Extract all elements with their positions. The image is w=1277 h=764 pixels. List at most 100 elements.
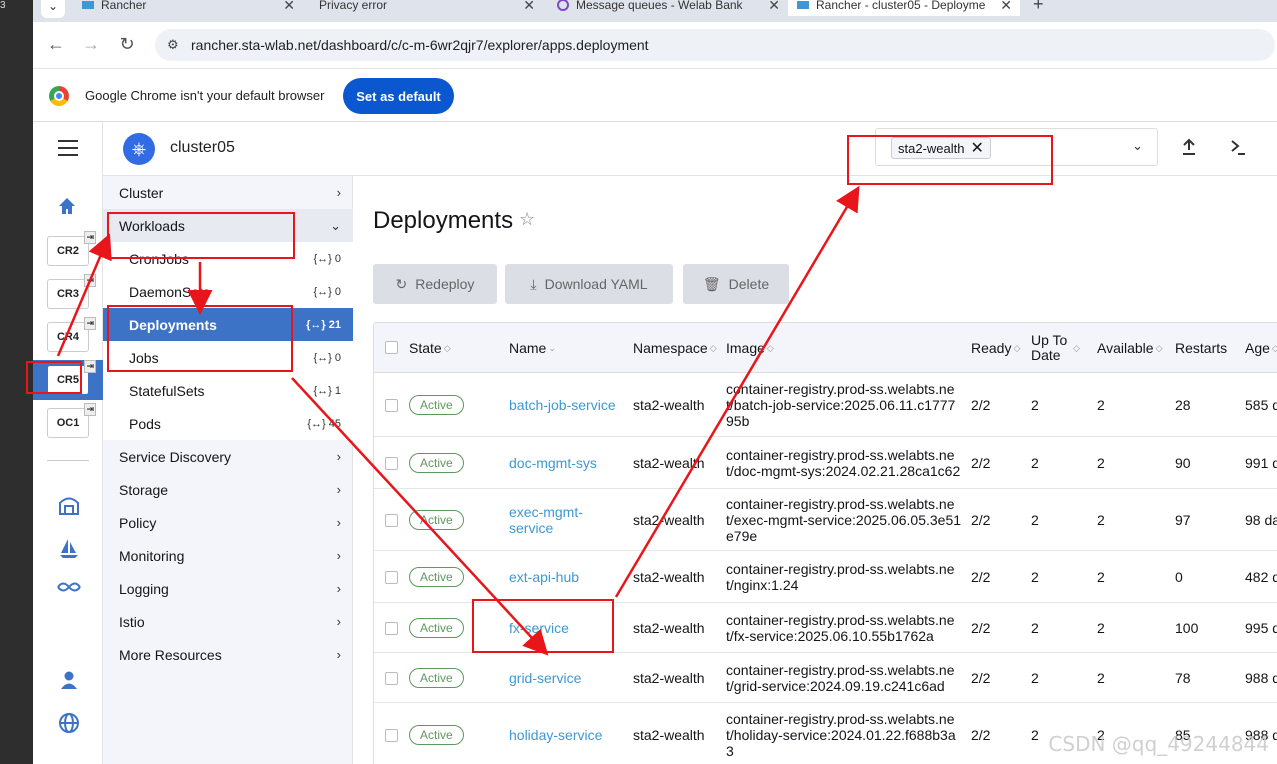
site-settings-icon[interactable]: ⚙ [167,37,179,53]
nav-group-policy[interactable]: Policy › [103,506,353,539]
user-icon[interactable] [55,670,83,696]
download-yaml-button[interactable]: ⤓ Download YAML [505,264,673,304]
deployment-name-link[interactable]: doc-mgmt-sys [509,437,597,488]
browser-tab[interactable]: Rancher ✕ [73,0,303,16]
nav-item-pods[interactable]: Pods {↔} 45 [103,407,353,440]
nav-item-statefulsets[interactable]: StatefulSets {↔} 1 [103,374,353,407]
side-navigation: Cluster › Workloads ⌄ CronJobs {↔} 0 Dae… [103,176,353,764]
redeploy-button[interactable]: ↻ Redeploy [373,264,497,304]
col-image[interactable]: Image ◇ [726,323,774,373]
forward-icon[interactable]: → [80,34,102,55]
table-row[interactable]: Active exec-mgmt-service sta2-wealth con… [374,489,1277,551]
col-uptodate[interactable]: Up To Date ◇ [1031,323,1091,373]
annotation-box-deployments [107,305,293,372]
table-row[interactable]: Active doc-mgmt-sys sta2-wealth containe… [374,437,1277,489]
browser-tab[interactable]: Privacy error ✕ [303,0,543,16]
nav-group-logging[interactable]: Logging › [103,572,353,605]
reload-icon[interactable]: ↻ [116,34,138,55]
resource-icon: {↔} [313,285,332,298]
pin-icon[interactable]: ⇥ [84,231,96,244]
nav-group-storage[interactable]: Storage › [103,473,353,506]
back-icon[interactable]: ← [45,34,67,55]
extensions-icon[interactable] [55,578,83,601]
app-icon [557,0,569,11]
default-browser-infobar: Google Chrome isn't your default browser… [33,68,1277,122]
col-state[interactable]: State ◇ [409,323,451,373]
close-icon[interactable]: ✕ [1000,0,1012,14]
table-row[interactable]: Active grid-service sta2-wealth containe… [374,653,1277,703]
row-checkbox[interactable] [385,457,398,470]
table-row[interactable]: Active batch-job-service sta2-wealth con… [374,373,1277,437]
browser-tab[interactable]: Message queues - Welab Bank ✕ [548,0,788,16]
row-checkbox[interactable] [385,514,398,527]
cluster-chip-cr3[interactable]: CR3 ⇥ [47,274,96,309]
rail-divider [47,460,89,461]
status-badge: Active [409,566,464,587]
cluster-chip-cr4[interactable]: CR4 ⇥ [47,317,96,352]
col-age[interactable]: Age ◇ [1245,323,1277,373]
home-icon[interactable] [57,196,77,222]
new-tab-icon[interactable]: + [1033,0,1044,15]
status-badge: Active [409,667,464,688]
select-all-checkbox[interactable] [385,341,398,354]
nav-item-daemonsets[interactable]: DaemonSets {↔} 0 [103,275,353,308]
status-badge: Active [409,394,464,415]
chevron-down-icon: ⌄ [330,217,341,233]
close-icon[interactable]: ✕ [768,0,780,14]
fleet-icon[interactable] [55,494,83,522]
rancher-icon [82,1,94,9]
globe-icon[interactable] [55,712,83,740]
chevron-right-icon: › [336,647,341,662]
nav-group-more-resources[interactable]: More Resources › [103,638,353,671]
kubernetes-icon: ⎈ [123,133,155,165]
annotation-box-fx-service [472,599,614,653]
row-checkbox[interactable] [385,399,398,412]
cluster-chip-oc1[interactable]: OC1 ⇥ [47,403,96,438]
nav-group-monitoring[interactable]: Monitoring › [103,539,353,572]
col-namespace[interactable]: Namespace ◇ [633,323,717,373]
kubectl-shell-icon[interactable] [1230,138,1246,161]
row-checkbox[interactable] [385,672,398,685]
deployment-name-link[interactable]: ext-api-hub [509,551,579,602]
nav-group-istio[interactable]: Istio › [103,605,353,638]
pin-icon[interactable]: ⇥ [84,274,96,287]
row-checkbox[interactable] [385,622,398,635]
pin-icon[interactable]: ⇥ [84,317,96,330]
browser-tab-active[interactable]: Rancher - cluster05 - Deployme ✕ [788,0,1020,16]
deployment-name-link[interactable]: holiday-service [509,703,602,764]
url-field[interactable]: ⚙ rancher.sta-wlab.net/dashboard/c/c-m-6… [155,29,1275,61]
col-name[interactable]: Name ⌄ [509,323,556,373]
upload-icon[interactable] [1181,138,1197,161]
chevron-right-icon: › [336,449,341,464]
download-icon: ⤓ [530,275,537,292]
tab-search-button[interactable]: ⌄ [41,0,65,18]
table-row[interactable]: Active ext-api-hub sta2-wealth container… [374,551,1277,603]
pin-icon[interactable]: ⇥ [84,360,96,373]
deployment-name-link[interactable]: grid-service [509,653,581,702]
menu-icon[interactable] [58,140,78,161]
row-checkbox[interactable] [385,729,398,742]
chevron-down-icon[interactable]: ⌄ [1132,138,1143,154]
nav-group-cluster[interactable]: Cluster › [103,176,353,209]
deployment-name-link[interactable]: batch-job-service [509,373,616,436]
annotation-box-workloads [107,212,295,259]
col-ready[interactable]: Ready ◇ [971,323,1020,373]
address-bar-row: ← → ↻ ⚙ rancher.sta-wlab.net/dashboard/c… [33,22,1277,68]
resource-icon: {↔} [306,318,326,331]
star-icon[interactable]: ☆ [519,209,535,230]
row-checkbox[interactable] [385,571,398,584]
col-available[interactable]: Available ◇ [1097,323,1162,373]
delete-button[interactable]: 🗑 Delete [683,264,789,304]
nav-group-service-discovery[interactable]: Service Discovery › [103,440,353,473]
close-icon[interactable]: ✕ [523,0,535,14]
pin-icon[interactable]: ⇥ [84,403,96,416]
trash-icon: 🗑 [702,275,721,292]
chevron-right-icon: › [336,482,341,497]
tab-title: Message queues - Welab Bank [576,0,743,12]
col-restarts[interactable]: Restarts [1175,323,1227,373]
cluster-chip-cr2[interactable]: CR2 ⇥ [47,231,96,266]
deployment-name-link[interactable]: exec-mgmt-service [509,489,599,550]
sailboat-icon[interactable] [55,536,83,566]
close-icon[interactable]: ✕ [283,0,295,14]
set-default-button[interactable]: Set as default [343,78,454,114]
